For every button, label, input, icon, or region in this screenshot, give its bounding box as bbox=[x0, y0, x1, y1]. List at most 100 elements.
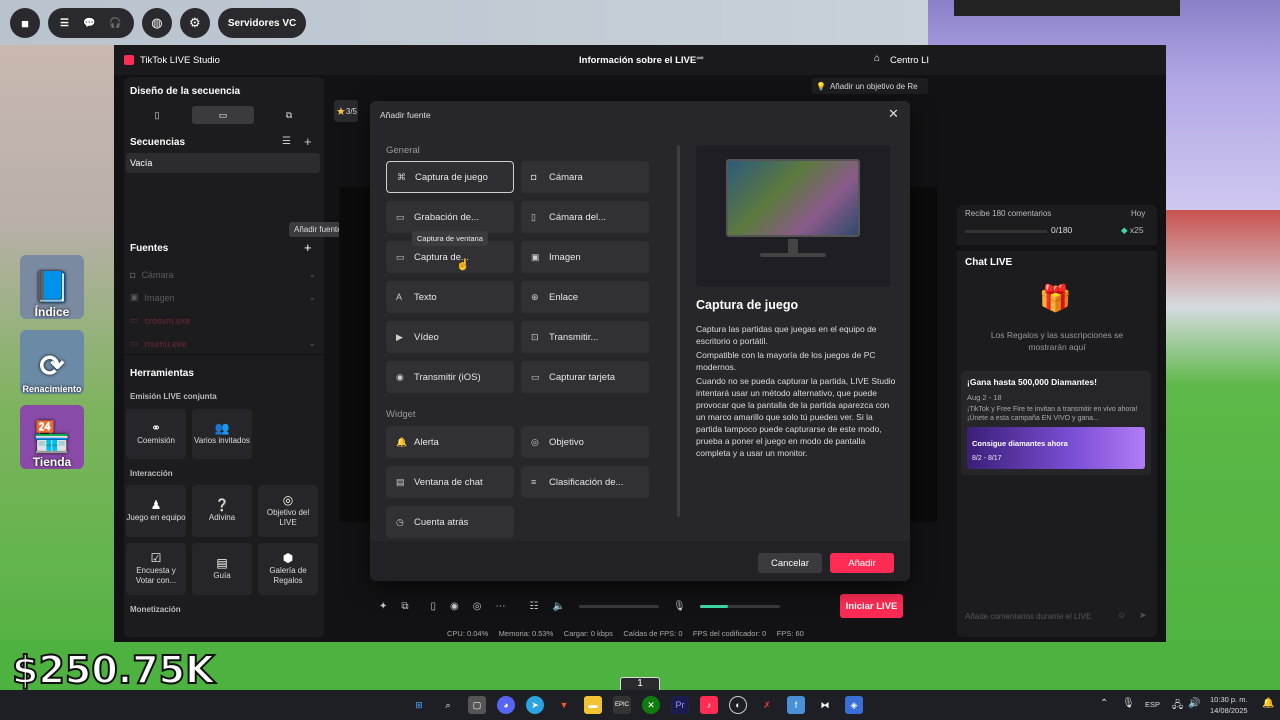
capcut-alt-icon[interactable]: ⧓ bbox=[816, 696, 834, 714]
share-icon[interactable]: ➦ bbox=[696, 53, 704, 64]
live-goal-tool[interactable]: ◎ Objetivo del LIVE bbox=[258, 485, 318, 537]
speaker-volume-bar[interactable] bbox=[578, 604, 659, 608]
start-icon[interactable]: ⊞ bbox=[410, 696, 428, 714]
dual-layout-icon[interactable]: ⧉ bbox=[258, 106, 320, 124]
source-item[interactable]: ◘ Cámara ⌄ bbox=[130, 263, 316, 286]
source-option[interactable]: ◎ Objetivo bbox=[521, 426, 649, 458]
scrollbar[interactable] bbox=[677, 145, 680, 517]
sequence-item-empty[interactable]: Vacía bbox=[126, 153, 320, 173]
source-option[interactable]: 🔔 Alerta bbox=[386, 426, 514, 458]
add-source-icon[interactable]: + bbox=[304, 240, 312, 255]
settings-sliders-icon[interactable]: ☷ bbox=[530, 601, 539, 612]
guide-tool[interactable]: ▤ Guía bbox=[192, 543, 252, 595]
source-option[interactable]: ▶ Vídeo bbox=[386, 321, 514, 353]
file-explorer-icon[interactable]: ▬ bbox=[584, 696, 602, 714]
discord-icon[interactable]: ◕ bbox=[497, 696, 515, 714]
source-item[interactable]: ▣ Imagen ⌄ bbox=[130, 286, 316, 309]
roblox-logo-icon[interactable]: ■ bbox=[10, 8, 40, 38]
capcut-icon[interactable]: ✗ bbox=[758, 696, 776, 714]
promo-banner[interactable]: Consigue diamantes ahora 8/2 - 8/17 bbox=[967, 427, 1145, 469]
source-option[interactable]: ◷ Cuenta atrás bbox=[386, 506, 514, 538]
roblox-taskbar-icon[interactable]: ◈ bbox=[845, 696, 863, 714]
clock[interactable]: 10:30 p. m. 14/08/2025 bbox=[1210, 694, 1248, 716]
magic-wand-icon[interactable]: ✦ bbox=[379, 601, 387, 612]
source-option[interactable]: ▭ Capturar tarjeta bbox=[521, 361, 649, 393]
guess-tool[interactable]: ❔ Adivina bbox=[192, 485, 252, 537]
source-option[interactable]: ▤ Ventana de chat bbox=[386, 466, 514, 498]
portrait-layout-icon[interactable]: ▯ bbox=[126, 106, 188, 124]
files-icon[interactable]: f bbox=[787, 696, 805, 714]
source-option[interactable]: ⊕ Enlace bbox=[521, 281, 649, 313]
volume-icon[interactable]: 🔊 bbox=[1188, 698, 1200, 709]
source-item[interactable]: ▭ mumu.exe ⌄ bbox=[130, 332, 316, 355]
headset-icon[interactable]: 🎧 bbox=[109, 18, 121, 29]
live-info-title[interactable]: Información sobre el LIVE bbox=[579, 55, 696, 66]
premiere-icon[interactable]: Pr bbox=[671, 696, 689, 714]
source-option[interactable]: A Texto bbox=[386, 281, 514, 313]
task-view-icon[interactable]: ▢ bbox=[468, 696, 486, 714]
more-icon[interactable]: ⋯ bbox=[496, 601, 506, 612]
tray-chevron-icon[interactable]: ⌃ bbox=[1100, 698, 1108, 709]
search-icon[interactable]: ⌕ bbox=[439, 696, 457, 714]
chevron-down-icon[interactable]: ⌄ bbox=[308, 338, 316, 349]
cancel-button[interactable]: Cancelar bbox=[758, 553, 822, 573]
multi-guest-tool[interactable]: 👥 Varios invitados bbox=[192, 409, 252, 459]
rebirth-button[interactable]: ⟳ Renacimiento bbox=[20, 330, 84, 394]
source-option-label: Clasificación de... bbox=[549, 476, 624, 488]
tiktok-studio-icon[interactable]: ♪ bbox=[700, 696, 718, 714]
microphone-icon[interactable]: 🎙 bbox=[673, 601, 686, 612]
comment-input[interactable]: Añade comentarios durante el LIVE bbox=[965, 612, 1091, 621]
brave-icon[interactable]: ▼ bbox=[555, 696, 573, 714]
promo-card[interactable]: ¡Gana hasta 500,000 Diamantes! Aug 2 - 1… bbox=[961, 371, 1151, 475]
gift-gallery-tool[interactable]: ⬢ Galería de Regalos bbox=[258, 543, 318, 595]
language-indicator[interactable]: ESP bbox=[1145, 700, 1160, 709]
mic-volume-bar[interactable] bbox=[699, 604, 780, 608]
notification-icon[interactable]: 🔔 bbox=[1262, 698, 1274, 709]
telegram-icon[interactable]: ➤ bbox=[526, 696, 544, 714]
source-option[interactable]: ▯ Cámara del... bbox=[521, 201, 649, 233]
coemission-tool[interactable]: ⚭ Coemisión bbox=[126, 409, 186, 459]
chevron-down-icon[interactable]: ⌄ bbox=[308, 269, 316, 280]
poll-tool[interactable]: ☑ Encuesta y Votar con... bbox=[126, 543, 186, 595]
xbox-icon[interactable]: ✕ bbox=[642, 696, 660, 714]
servers-button[interactable]: Servidores VC bbox=[217, 8, 307, 38]
divider bbox=[124, 354, 324, 355]
menu-icon[interactable]: ☰ bbox=[60, 18, 69, 29]
scene-badge[interactable]: ★ 3/5 bbox=[334, 100, 358, 122]
send-icon[interactable]: ➤ bbox=[1139, 610, 1147, 621]
add-button[interactable]: Añadir bbox=[830, 553, 894, 573]
chevron-down-icon[interactable]: ⌄ bbox=[308, 292, 316, 303]
live-center-link[interactable]: Centro LI bbox=[890, 55, 929, 66]
steam-icon[interactable]: ◐ bbox=[729, 696, 747, 714]
close-icon[interactable]: ✕ bbox=[888, 106, 899, 122]
record-icon[interactable]: ◉ bbox=[450, 601, 459, 612]
settings-gear-icon[interactable]: ⚙ bbox=[179, 8, 210, 38]
chat-icon[interactable]: 💬 bbox=[83, 18, 95, 29]
speaker-icon[interactable]: 🔈 bbox=[552, 601, 564, 612]
source-option[interactable]: ≡ Clasificación de... bbox=[521, 466, 649, 498]
backpack-icon[interactable]: ◍ bbox=[141, 8, 172, 38]
add-goal-hint[interactable]: 💡 Añadir un objetivo de Re bbox=[812, 78, 928, 94]
source-option[interactable]: ⊡ Transmitir... bbox=[521, 321, 649, 353]
network-icon[interactable]: 🖧 bbox=[1172, 698, 1183, 715]
add-sequence-icon[interactable]: + bbox=[304, 134, 312, 149]
shop-button[interactable]: 🏪 Tienda bbox=[20, 405, 84, 469]
list-icon[interactable]: ☰ bbox=[282, 136, 291, 147]
start-live-button[interactable]: Iniciar LIVE bbox=[840, 594, 903, 618]
source-option[interactable]: ◉ Transmitir (iOS) bbox=[386, 361, 514, 393]
phone-icon[interactable]: ▯ bbox=[431, 601, 437, 612]
team-game-tool[interactable]: ♟ Juego en equipo bbox=[126, 485, 186, 537]
source-option[interactable]: ◘ Cámara bbox=[521, 161, 649, 193]
index-button[interactable]: 📘 Índice bbox=[20, 255, 84, 319]
source-option[interactable]: ▣ Imagen bbox=[521, 241, 649, 273]
monitor-icon: ▭ bbox=[396, 211, 405, 222]
add-scene-icon[interactable]: ⧉ bbox=[401, 601, 408, 612]
source-option[interactable]: ▭ Grabación de... bbox=[386, 201, 514, 233]
emoji-icon[interactable]: ☺ bbox=[1117, 610, 1126, 620]
source-item[interactable]: ▭ crosvm.exe bbox=[130, 309, 316, 332]
capture-icon[interactable]: ◎ bbox=[473, 601, 482, 612]
tray-mic-icon[interactable]: 🎙 bbox=[1122, 698, 1135, 709]
epic-games-icon[interactable]: EPIC bbox=[613, 696, 631, 714]
landscape-layout-icon[interactable]: ▭ bbox=[192, 106, 254, 124]
source-option[interactable]: ⌘ Captura de juego bbox=[386, 161, 514, 193]
